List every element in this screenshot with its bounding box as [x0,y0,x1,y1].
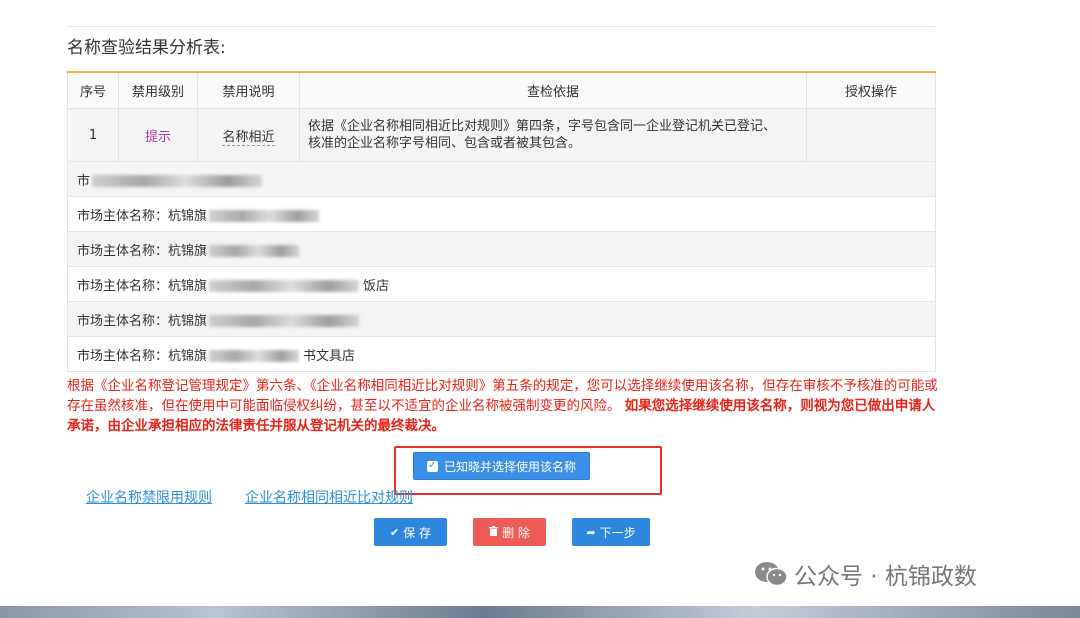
entity-prefix: 杭锦旗 [168,278,208,294]
entity-cell: 市场主体名称：杭锦旗 [67,231,936,267]
entity-cell: 市场主体名称：杭锦旗 [67,301,936,337]
entity-cell: 市场主体名称：杭锦旗 [67,196,936,232]
delete-button[interactable]: 删 除 [473,518,546,546]
entity-prefix: 杭锦旗 [168,313,208,329]
level-hint-text: 提示 [144,129,171,145]
entity-suffix: 书文具店 [303,348,356,364]
row-operation [806,108,936,162]
next-label: 下一步 [599,525,636,540]
delete-label: 删 除 [502,525,530,540]
entity-row: 市场主体名称：杭锦旗 [67,231,936,267]
entity-cell: 市场主体名称：杭锦旗 饭店 [67,266,936,302]
redacted-name [209,315,360,327]
entity-prefix: 市 [77,173,91,189]
checkbox-checked-icon[interactable]: ✓ [426,460,438,472]
row-index: 1 [67,108,119,162]
trash-icon [489,525,499,539]
redacted-name [209,280,360,292]
header-index: 序号 [67,71,119,109]
restricted-rules-link[interactable]: 企业名称禁限用规则 [86,487,212,507]
entity-row: 市场主体名称：杭锦旗 [67,196,936,232]
save-button[interactable]: ✔ 保 存 [374,518,447,546]
acknowledge-button[interactable]: ✓ 已知晓并选择使用该名称 [413,452,590,480]
next-step-button[interactable]: ➦ 下一步 [572,518,650,546]
entity-row: 市场主体名称：市 [67,161,936,197]
entity-prefix: 杭锦旗 [168,208,208,224]
entity-row: 市场主体名称：杭锦旗 书文具店 [67,336,936,372]
redacted-name [92,175,263,187]
save-label: 保 存 [403,525,432,540]
similar-name-link[interactable]: 名称相近 [222,129,275,146]
basis-line-1: 依据《企业名称相同相近比对规则》第四条，字号包含同一企业登记机关已登记、 [308,119,777,134]
watermark-text: 公众号 · 杭锦政数 [794,564,977,590]
redacted-name [209,350,300,362]
header-level: 禁用级别 [118,71,198,109]
risk-notice: 根据《企业名称登记管理规定》第六条、《企业名称相同相近比对规则》第五条的规定，您… [67,376,942,436]
table-header-row: 序号 禁用级别 禁用说明 查检依据 授权操作 [67,71,936,109]
header-basis: 查检依据 [299,71,807,109]
entity-cell: 市场主体名称：市 [67,161,936,197]
row-level: 提示 [118,108,198,162]
header-operation: 授权操作 [806,71,936,109]
table-row: 1 提示 名称相近 依据《企业名称相同相近比对规则》第四条，字号包含同一企业登记… [67,108,936,162]
entity-prefix: 杭锦旗 [168,348,208,364]
taskbar-strip [0,606,1080,618]
entity-row: 市场主体名称：杭锦旗 饭店 [67,266,936,302]
redacted-name [209,245,300,257]
check-icon: ✔ [389,525,400,539]
entity-label: 市场主体名称： [77,348,169,364]
top-divider [67,26,935,27]
entity-cell: 市场主体名称：杭锦旗 书文具店 [67,336,936,372]
entity-label: 市场主体名称： [77,278,169,294]
entity-row: 市场主体名称：杭锦旗 [67,301,936,337]
basis-line-2: 核准的企业名称字号相同、包含或者被其包含。 [308,136,582,151]
entity-prefix: 杭锦旗 [168,243,208,259]
wechat-icon [755,562,788,587]
row-basis: 依据《企业名称相同相近比对规则》第四条，字号包含同一企业登记机关已登记、 核准的… [299,108,807,162]
result-table: 序号 禁用级别 禁用说明 查检依据 授权操作 1 提示 名称相近 依据《企业名称… [67,71,936,372]
share-forward-icon: ➦ [586,525,596,539]
entity-suffix: 饭店 [363,278,390,294]
header-description: 禁用说明 [197,71,300,109]
similar-rules-link[interactable]: 企业名称相同相近比对规则 [245,487,413,507]
watermark: 公众号 · 杭锦政数 [754,557,977,591]
page-title: 名称查验结果分析表: [67,38,226,58]
redacted-name [209,210,320,222]
entity-label: 市场主体名称： [77,243,169,259]
row-description[interactable]: 名称相近 [197,108,300,162]
entity-label: 市场主体名称： [77,208,169,224]
acknowledge-label: 已知晓并选择使用该名称 [443,459,576,474]
entity-label: 市场主体名称： [77,313,169,329]
